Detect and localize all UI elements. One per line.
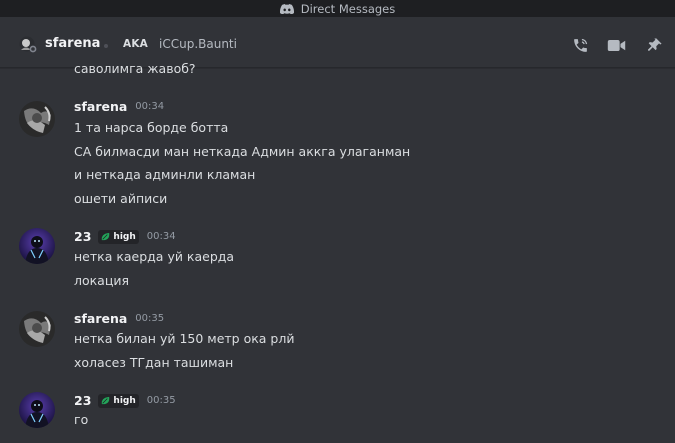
discord-icon — [279, 3, 294, 14]
message-line: саволимга жавоб? — [74, 61, 196, 76]
window-titlebar: Direct Messages — [0, 0, 675, 17]
message-author[interactable]: 23 — [74, 229, 91, 244]
message-author[interactable]: 23 — [74, 393, 91, 408]
separator-dot — [104, 44, 108, 48]
aka-name[interactable]: iCCup.Baunti — [159, 37, 237, 51]
message-timestamp: 00:35 — [146, 395, 176, 406]
video-call-icon[interactable] — [605, 35, 627, 55]
user-tag-label: high — [113, 395, 136, 406]
message-line: ошети айписи — [74, 191, 168, 206]
user-tag-label: high — [113, 231, 136, 242]
user-status-icon — [19, 36, 37, 53]
leaf-icon — [102, 396, 110, 405]
message-list[interactable]: саволимга жавоб? sfarena 00:34 1 та нарс… — [0, 61, 675, 443]
message-line: локация — [74, 273, 129, 288]
message-timestamp: 00:35 — [135, 313, 165, 324]
message-line: холасез ТГдан ташиман — [74, 355, 234, 370]
message-line: и неткада админли кламан — [74, 167, 256, 182]
avatar[interactable] — [19, 228, 55, 264]
user-tag[interactable]: high — [98, 229, 139, 244]
pin-icon[interactable] — [643, 35, 665, 55]
message-line: нетка билан уй 150 метр ока рлй — [74, 331, 295, 346]
message-line: го — [74, 412, 89, 427]
message-line: нетка каерда уй каерда — [74, 249, 235, 264]
avatar[interactable] — [19, 101, 55, 137]
window-title: Direct Messages — [300, 1, 396, 16]
avatar[interactable] — [19, 392, 55, 428]
aka-badge: AKA — [123, 38, 148, 50]
message-author[interactable]: sfarena — [74, 99, 127, 114]
message-timestamp: 00:34 — [135, 101, 165, 112]
message-timestamp: 00:34 — [146, 231, 176, 242]
message-line: СА билмасди ман неткада Админ аккга улаг… — [74, 144, 411, 159]
voice-call-icon[interactable] — [569, 35, 591, 55]
avatar[interactable] — [19, 311, 55, 347]
message-line: 1 та нарса борде ботта — [74, 120, 229, 135]
dm-username[interactable]: sfarena — [45, 36, 100, 51]
user-tag[interactable]: high — [98, 393, 139, 408]
message-author[interactable]: sfarena — [74, 311, 127, 326]
leaf-icon — [102, 232, 110, 241]
